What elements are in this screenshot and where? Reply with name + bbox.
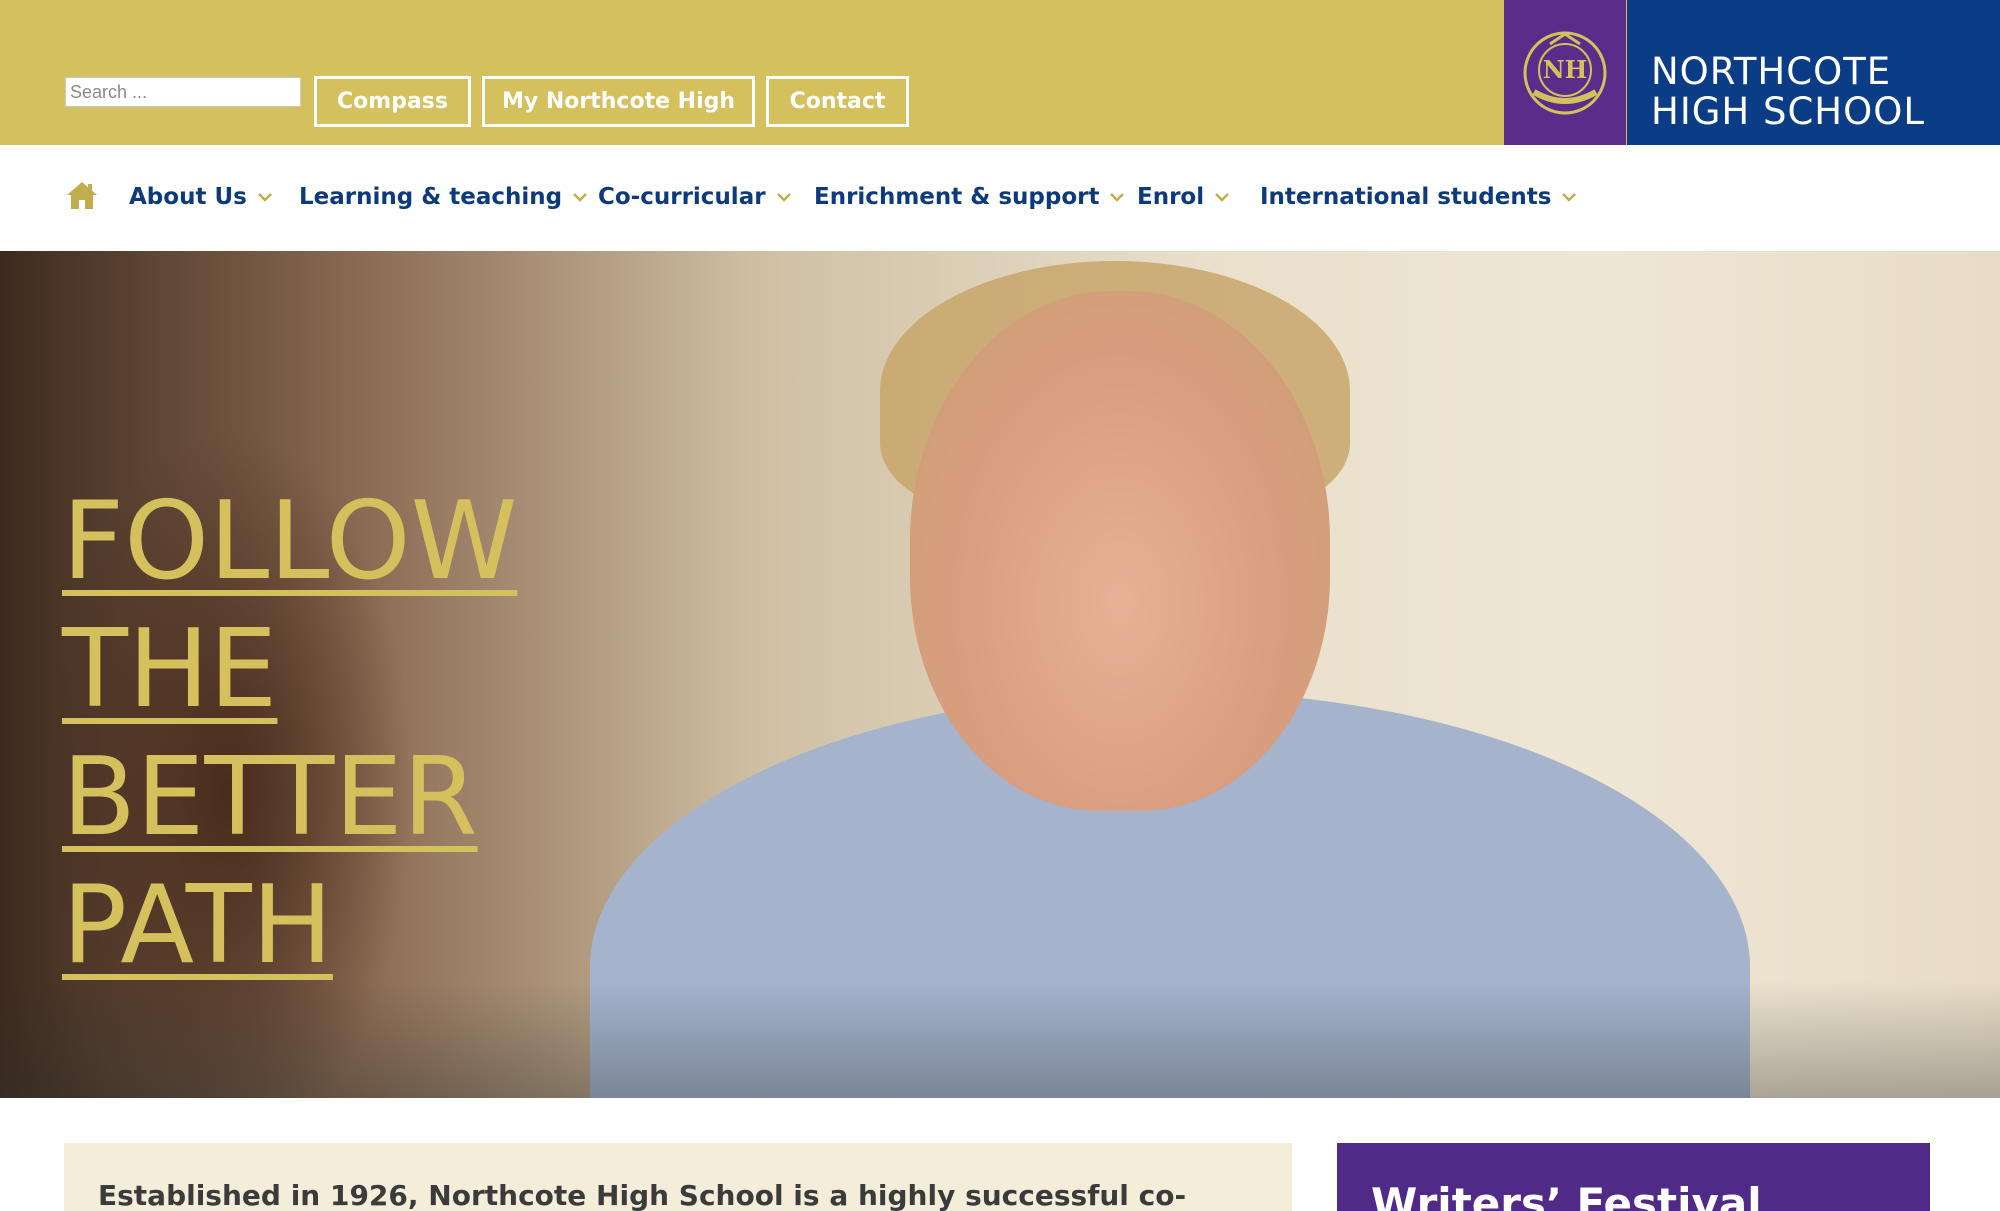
event-card[interactable]: Writers’ Festival (1337, 1143, 1930, 1211)
nav-item-learning-teaching[interactable]: Learning & teaching (299, 181, 588, 213)
nav-item-label: Learning & teaching (299, 184, 563, 210)
chevron-down-icon (1562, 193, 1577, 202)
top-bar: Compass My Northcote High Contact NH NOR… (0, 0, 2000, 145)
intro-card: Established in 1926, Northcote High Scho… (64, 1143, 1292, 1211)
hero-banner: FOLLOW THE BETTER PATH (0, 251, 2000, 1098)
home-icon[interactable] (66, 180, 98, 210)
nav-item-label: Enrol (1137, 184, 1205, 210)
nav-item-international-students[interactable]: International students (1260, 181, 1577, 213)
crest-icon: NH (1523, 31, 1607, 114)
intro-text: Established in 1926, Northcote High Scho… (98, 1179, 1187, 1211)
nav-item-label: International students (1260, 184, 1552, 210)
hero-heading-line[interactable]: BETTER (62, 735, 478, 860)
hero-heading-line[interactable]: FOLLOW (62, 479, 517, 604)
chevron-down-icon (257, 193, 272, 202)
school-name-logo[interactable]: NORTHCOTE HIGH SCHOOL (1627, 0, 2000, 145)
nav-item-label: About Us (129, 184, 247, 210)
nav-item-co-curricular[interactable]: Co-curricular (598, 181, 792, 213)
search-input[interactable] (65, 77, 301, 107)
nav-item-enrol[interactable]: Enrol (1137, 181, 1230, 213)
school-name-line2: HIGH SCHOOL (1651, 90, 1925, 133)
chevron-down-icon (573, 193, 588, 202)
nav-item-about-us[interactable]: About Us (129, 181, 273, 213)
svg-text:NH: NH (1543, 55, 1588, 84)
hero-heading: FOLLOW THE BETTER PATH (62, 478, 517, 990)
chevron-down-icon (1110, 193, 1125, 202)
hero-photo-student-face (910, 291, 1330, 811)
chevron-down-icon (1215, 193, 1230, 202)
nav-item-label: Enrichment & support (814, 184, 1100, 210)
contact-button[interactable]: Contact (766, 76, 909, 127)
event-title: Writers’ Festival (1371, 1179, 1762, 1211)
school-name-line1: NORTHCOTE (1651, 50, 1892, 93)
hero-heading-line[interactable]: PATH (62, 863, 333, 988)
my-northcote-high-button[interactable]: My Northcote High (482, 76, 755, 127)
school-crest-logo[interactable]: NH (1504, 0, 1626, 145)
hero-heading-line[interactable]: THE (62, 607, 277, 732)
main-navigation: About Us Learning & teaching Co-curricul… (0, 145, 2000, 251)
compass-button[interactable]: Compass (314, 76, 471, 127)
nav-item-enrichment-support[interactable]: Enrichment & support (814, 181, 1125, 213)
hero-photo-desk (0, 981, 2000, 1098)
nav-item-label: Co-curricular (598, 184, 766, 210)
chevron-down-icon (776, 193, 791, 202)
